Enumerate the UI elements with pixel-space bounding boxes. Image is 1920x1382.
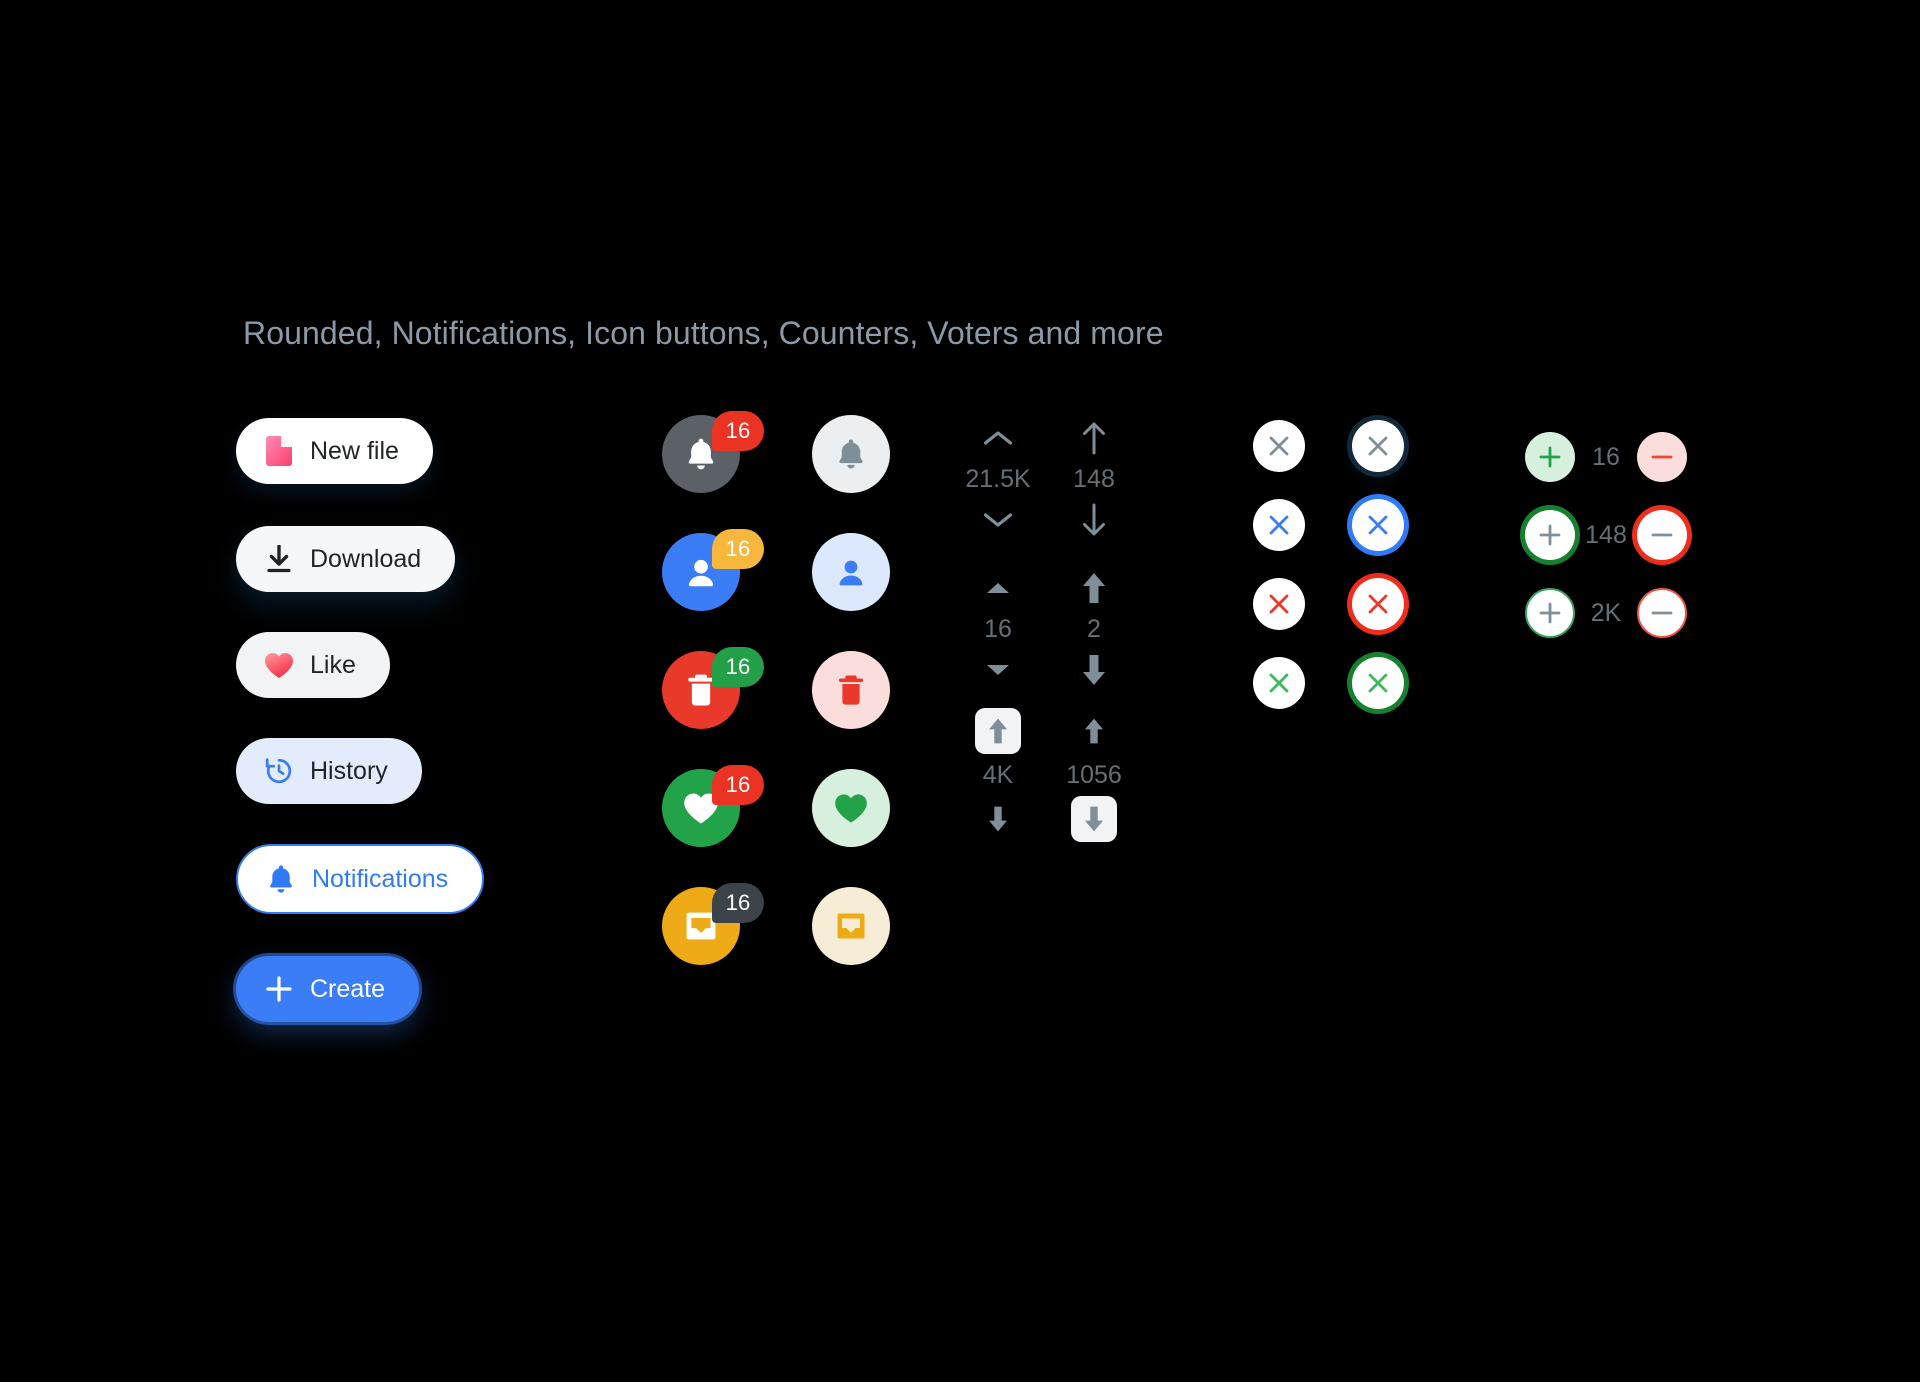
new-file-button[interactable]: New file xyxy=(236,418,433,484)
close-icon xyxy=(1269,436,1289,456)
voter-column: 21.5K 148 16 2 4K 1056 xyxy=(958,418,1148,842)
close-button-blue-ring[interactable] xyxy=(1352,499,1404,551)
download-icon xyxy=(264,544,294,574)
increment-button[interactable] xyxy=(1525,588,1575,638)
plus-icon xyxy=(1539,524,1561,546)
caret-down-icon[interactable] xyxy=(958,650,1038,690)
decrement-button[interactable] xyxy=(1637,588,1687,638)
notifications-button[interactable]: Notifications xyxy=(236,844,485,914)
close-icon xyxy=(1269,673,1289,693)
close-button-green-ring[interactable] xyxy=(1352,657,1404,709)
canvas: Rounded, Notifications, Icon buttons, Co… xyxy=(0,0,1920,1382)
fat-arrow-up-icon[interactable] xyxy=(975,708,1021,754)
close-icon xyxy=(1269,515,1289,535)
close-button-red[interactable] xyxy=(1253,578,1305,630)
notification-avatar-heart-soft[interactable] xyxy=(812,769,890,847)
decrement-button[interactable] xyxy=(1637,510,1687,560)
close-icon xyxy=(1368,594,1388,614)
increment-button[interactable] xyxy=(1525,432,1575,482)
voter-count: 148 xyxy=(1073,465,1115,493)
heart-icon xyxy=(835,793,867,823)
history-icon xyxy=(264,756,294,786)
arrow-down-icon[interactable] xyxy=(1054,500,1134,540)
plus-icon xyxy=(1539,602,1561,624)
close-button-red-ring[interactable] xyxy=(1352,578,1404,630)
person-icon xyxy=(839,560,863,586)
notification-avatar-trash-soft[interactable] xyxy=(812,651,890,729)
heart-icon xyxy=(264,650,294,680)
voter-count: 21.5K xyxy=(965,465,1031,493)
download-label: Download xyxy=(310,544,422,573)
notification-badge: 16 xyxy=(712,529,764,569)
counter-value: 148 xyxy=(1585,520,1627,549)
notifications-label: Notifications xyxy=(312,864,449,893)
chevron-up-icon[interactable] xyxy=(958,418,1038,458)
counter-row: 16 xyxy=(1525,418,1687,496)
close-icon xyxy=(1368,515,1388,535)
decrement-button[interactable] xyxy=(1637,432,1687,482)
page-title: Rounded, Notifications, Icon buttons, Co… xyxy=(243,315,1164,351)
create-button[interactable]: Create xyxy=(236,956,420,1022)
minus-icon xyxy=(1651,533,1673,537)
notification-avatar-person-soft[interactable] xyxy=(812,533,890,611)
notification-badge: 16 xyxy=(712,765,764,805)
voter-count: 2 xyxy=(1087,615,1101,643)
plus-icon xyxy=(1539,446,1561,468)
new-file-label: New file xyxy=(310,436,399,465)
pill-button-column: New file Download Like History Notificat… xyxy=(236,418,556,1022)
voter-fat-arrow: 2 xyxy=(1054,568,1134,690)
voter-count: 1056 xyxy=(1066,761,1122,789)
fat-arrow-up-icon[interactable] xyxy=(1054,568,1134,608)
notification-badge: 16 xyxy=(712,647,764,687)
voter-boxed-up: 4K xyxy=(958,708,1038,842)
close-icon xyxy=(1269,594,1289,614)
minus-icon xyxy=(1651,455,1673,459)
fat-arrow-up-icon[interactable] xyxy=(1071,708,1117,754)
notification-avatar-inbox-soft[interactable] xyxy=(812,887,890,965)
trash-icon xyxy=(839,675,863,705)
counter-column: 16 148 2K xyxy=(1525,418,1687,652)
plus-icon xyxy=(264,974,294,1004)
increment-button[interactable] xyxy=(1525,510,1575,560)
history-button[interactable]: History xyxy=(236,738,422,804)
voter-caret: 16 xyxy=(958,568,1038,690)
trash-icon xyxy=(688,674,714,706)
close-button-grey-ring[interactable] xyxy=(1352,420,1404,472)
bell-icon xyxy=(266,864,296,894)
voter-chevron: 21.5K xyxy=(958,418,1038,540)
voter-count: 4K xyxy=(982,761,1014,789)
like-label: Like xyxy=(310,650,356,679)
voter-boxed-down: 1056 xyxy=(1054,708,1134,842)
file-icon xyxy=(264,436,294,466)
close-button-blue[interactable] xyxy=(1253,499,1305,551)
close-button-grey[interactable] xyxy=(1253,420,1305,472)
counter-row: 2K xyxy=(1525,574,1687,652)
notification-badge: 16 xyxy=(712,883,764,923)
arrow-up-icon[interactable] xyxy=(1054,418,1134,458)
counter-value: 2K xyxy=(1590,598,1622,627)
history-label: History xyxy=(310,756,388,785)
chevron-down-icon[interactable] xyxy=(958,500,1038,540)
notification-badge: 16 xyxy=(712,411,764,451)
bell-icon xyxy=(839,439,863,469)
like-button[interactable]: Like xyxy=(236,632,390,698)
voter-arrow: 148 xyxy=(1054,418,1134,540)
voter-count: 16 xyxy=(984,615,1012,643)
counter-row: 148 xyxy=(1525,496,1687,574)
notification-avatar-bell-soft[interactable] xyxy=(812,415,890,493)
close-icon xyxy=(1368,673,1388,693)
fat-arrow-down-icon[interactable] xyxy=(1054,650,1134,690)
caret-up-icon[interactable] xyxy=(958,568,1038,608)
inbox-icon xyxy=(837,913,865,939)
close-icon xyxy=(1368,436,1388,456)
fat-arrow-down-icon[interactable] xyxy=(1071,796,1117,842)
create-label: Create xyxy=(310,974,386,1003)
download-button[interactable]: Download xyxy=(236,526,456,592)
fat-arrow-down-icon[interactable] xyxy=(975,796,1021,842)
counter-value: 16 xyxy=(1592,442,1620,471)
minus-icon xyxy=(1651,611,1673,615)
close-button-green[interactable] xyxy=(1253,657,1305,709)
